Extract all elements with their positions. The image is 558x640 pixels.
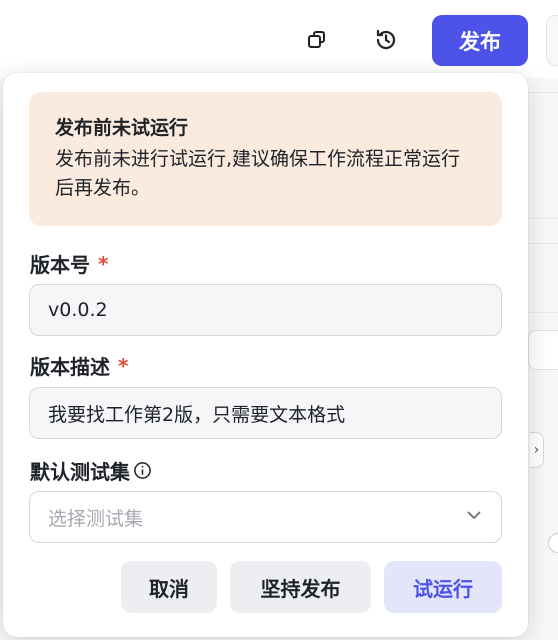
testset-label: 默认测试集 xyxy=(30,456,152,485)
publish-button[interactable]: 发布 xyxy=(432,15,528,66)
testset-select[interactable]: 选择测试集 xyxy=(29,491,502,543)
testset-placeholder: 选择测试集 xyxy=(48,507,144,530)
description-label: 版本描述 * xyxy=(30,351,128,380)
version-input[interactable]: v0.0.2 xyxy=(29,284,502,336)
chevron-right-icon: › xyxy=(530,432,544,468)
background-toggle xyxy=(548,533,558,553)
background-divider xyxy=(528,92,558,93)
required-mark: * xyxy=(118,353,129,378)
required-mark: * xyxy=(98,251,109,276)
publish-dialog: 发布前未试运行 发布前未进行试运行,建议确保工作流程正常运行后再发布。 版本号 … xyxy=(3,73,528,637)
background-card xyxy=(528,330,558,370)
description-input[interactable]: 我要找工作第2版，只需要文本格式 xyxy=(29,387,502,439)
warning-body: 发布前未进行试运行,建议确保工作流程正常运行后再发布。 xyxy=(55,148,461,199)
description-input-value: 我要找工作第2版，只需要文本格式 xyxy=(48,403,346,426)
warning-banner: 发布前未试运行 发布前未进行试运行,建议确保工作流程正常运行后再发布。 xyxy=(29,92,502,226)
warning-title: 发布前未试运行 xyxy=(55,117,189,139)
history-icon[interactable] xyxy=(368,22,404,58)
chevron-down-icon xyxy=(465,506,483,529)
copy-icon[interactable] xyxy=(299,22,335,58)
top-toolbar: 发布 xyxy=(0,0,558,78)
force-publish-button[interactable]: 坚持发布 xyxy=(230,561,371,613)
app-stage: 发布 › 发布前未试运行 发布前未进行试运行,建议确保工作流程正常运行后再发布。… xyxy=(0,0,558,640)
version-label-text: 版本号 xyxy=(30,253,90,277)
background-divider xyxy=(528,218,558,219)
background-divider xyxy=(528,243,558,244)
cancel-button[interactable]: 取消 xyxy=(121,561,217,613)
version-label: 版本号 * xyxy=(30,249,108,278)
more-button[interactable] xyxy=(546,15,558,66)
background-divider xyxy=(528,312,558,313)
trial-run-button[interactable]: 试运行 xyxy=(384,561,502,613)
testset-label-text: 默认测试集 xyxy=(30,460,130,484)
info-icon[interactable] xyxy=(133,461,152,480)
description-label-text: 版本描述 xyxy=(30,355,110,379)
version-input-value: v0.0.2 xyxy=(48,299,108,321)
